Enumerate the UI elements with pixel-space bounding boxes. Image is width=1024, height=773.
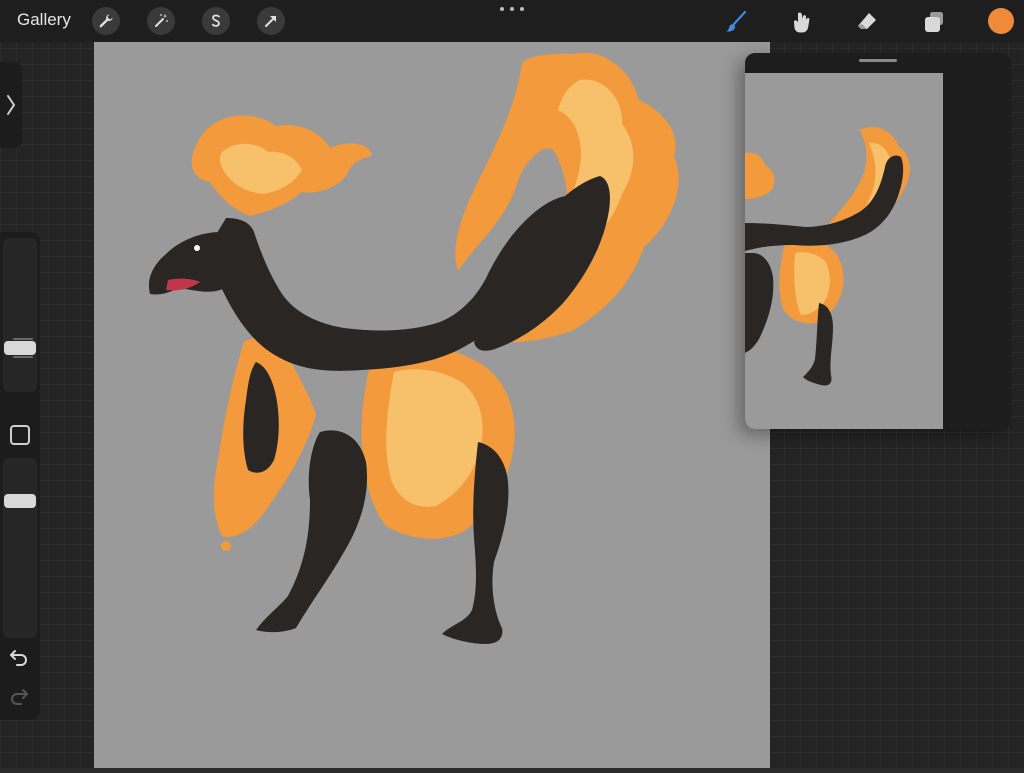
reference-artwork	[745, 127, 910, 386]
brush-size-knob[interactable]	[4, 341, 36, 355]
eraser-tool-button[interactable]	[852, 7, 882, 37]
sidebar	[0, 232, 40, 720]
reference-image	[745, 73, 943, 429]
fire-creature-artwork	[148, 52, 679, 644]
selection-icon	[211, 14, 220, 27]
reference-drag-handle[interactable]	[859, 59, 897, 62]
transform-button[interactable]	[257, 7, 285, 35]
creature-eye	[194, 245, 200, 251]
layers-icon	[925, 12, 943, 32]
redo-button[interactable]	[7, 684, 31, 708]
gallery-button[interactable]: Gallery	[17, 10, 71, 30]
undo-icon	[10, 650, 27, 666]
layers-tool-button[interactable]	[919, 7, 949, 37]
redo-icon	[11, 689, 28, 705]
adjustments-button[interactable]	[147, 7, 175, 35]
opacity-knob[interactable]	[4, 493, 36, 508]
brush-size-slider[interactable]	[3, 238, 37, 392]
transform-arrow-icon	[265, 16, 276, 27]
slider-grip	[13, 356, 33, 358]
undo-button[interactable]	[7, 645, 31, 669]
top-toolbar: Gallery	[0, 0, 1024, 42]
color-swatch-button[interactable]	[988, 8, 1014, 34]
ember	[221, 541, 231, 551]
dot	[500, 7, 504, 11]
eraser-icon	[858, 13, 876, 29]
slider-grip	[13, 338, 33, 340]
smudge-tool-button[interactable]	[786, 7, 816, 37]
modify-button[interactable]	[10, 425, 30, 445]
more-options-dots[interactable]	[500, 3, 524, 15]
magic-wand-icon	[155, 14, 168, 27]
sidebar-toggle[interactable]	[0, 62, 22, 148]
opacity-slider[interactable]	[3, 458, 37, 638]
selection-button[interactable]	[202, 7, 230, 35]
drawing-canvas[interactable]	[94, 42, 770, 768]
dot	[510, 7, 514, 11]
actions-button[interactable]	[92, 7, 120, 35]
brush-icon	[726, 10, 747, 32]
wrench-icon	[99, 14, 113, 28]
brush-tool-button[interactable]	[721, 7, 751, 37]
smudge-icon	[793, 12, 810, 33]
dot	[520, 7, 524, 11]
ref-head-flame	[745, 152, 775, 199]
chevron-right-icon	[7, 95, 16, 115]
reference-panel[interactable]	[745, 53, 1011, 429]
